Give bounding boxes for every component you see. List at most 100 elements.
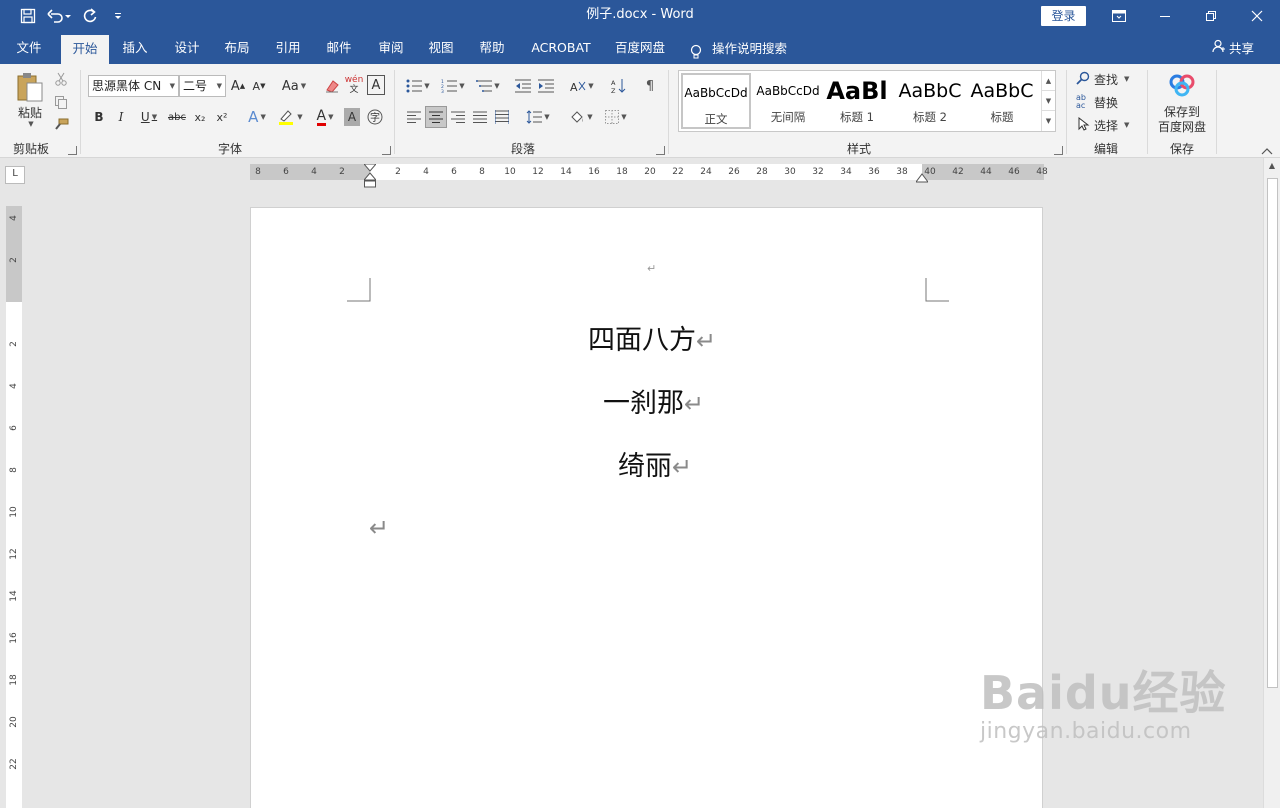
borders-icon[interactable]: ▼ [600, 106, 632, 128]
paste-label[interactable]: 粘贴 [14, 104, 46, 120]
share-button[interactable]: 共享 [1212, 32, 1254, 64]
italic-icon[interactable]: I [112, 106, 130, 128]
increase-indent-icon[interactable] [536, 75, 556, 97]
tab-baidu-netdisk[interactable]: 百度网盘 [607, 32, 673, 64]
login-button[interactable]: 登录 [1041, 6, 1086, 26]
empty-line[interactable]: ↵ [369, 512, 389, 543]
undo-icon[interactable] [42, 4, 76, 28]
underline-icon[interactable]: U ▼ [134, 106, 164, 128]
text-effects-icon[interactable]: A ▼ [243, 106, 271, 128]
align-right-icon[interactable] [448, 106, 468, 128]
line-3[interactable]: 绮丽↵ [618, 444, 692, 483]
find-button[interactable]: 查找 ▼ [1076, 69, 1140, 89]
format-painter-icon[interactable] [52, 116, 70, 134]
baidu-netdisk-icon[interactable] [1167, 72, 1197, 98]
tab-selector[interactable]: L [5, 166, 25, 184]
shading-icon[interactable]: ▼ [565, 106, 597, 128]
horizontal-ruler[interactable]: 8 6 4 2 2 4 6 8 10 12 14 16 18 20 22 24 26 28 30 32 34 36 38 40… [250, 163, 1048, 188]
paste-dropdown-icon[interactable]: ▼ [24, 120, 36, 128]
scroll-up-icon[interactable]: ▲ [1264, 158, 1280, 174]
show-formatting-marks-icon[interactable]: ¶ [640, 75, 660, 97]
save-to-line2[interactable]: 百度网盘 [1152, 119, 1212, 134]
hanging-indent-marker[interactable] [362, 172, 378, 191]
save-icon[interactable] [14, 4, 42, 28]
tab-home[interactable]: 开始 [61, 35, 109, 64]
highlight-color-icon[interactable]: ▼ [275, 106, 305, 128]
style-title[interactable]: AaBbC 标题 [969, 73, 1035, 129]
find-label: 查找 [1094, 72, 1119, 87]
tab-mailings[interactable]: 邮件 [318, 32, 360, 64]
style-no-spacing[interactable]: AaBbCcDd 无间隔 [753, 73, 823, 129]
tab-insert[interactable]: 插入 [114, 32, 156, 64]
gallery-more-icon[interactable]: ▼ [1042, 111, 1055, 131]
style-heading-1[interactable]: AaBl 标题 1 [825, 73, 889, 129]
align-center-icon[interactable] [425, 106, 447, 128]
character-border-icon[interactable]: A [367, 75, 385, 95]
subscript-icon[interactable]: x₂ [190, 106, 210, 128]
replace-button[interactable]: ab ac 替换 [1076, 92, 1140, 112]
line-1[interactable]: 四面八方↵ [588, 318, 716, 357]
tab-design[interactable]: 设计 [166, 32, 208, 64]
paragraph-launcher-icon[interactable] [656, 146, 665, 155]
clipboard-launcher-icon[interactable] [68, 146, 77, 155]
copy-icon[interactable] [52, 93, 70, 111]
clear-formatting-icon[interactable] [322, 75, 342, 97]
vertical-scrollbar[interactable]: ▲ [1263, 158, 1280, 808]
tab-layout[interactable]: 布局 [216, 32, 258, 64]
sort-icon[interactable]: AZ [608, 75, 630, 97]
line-spacing-icon[interactable]: ▼ [522, 106, 554, 128]
document-page[interactable]: ↵ 四面八方↵ 一刹那↵ 绮丽↵ ↵ [250, 207, 1043, 808]
tab-selector-label: L [12, 168, 18, 179]
tab-file[interactable]: 文件 [8, 32, 50, 64]
collapse-ribbon-icon[interactable] [1260, 146, 1274, 156]
asian-layout-icon[interactable]: A ▼ [567, 75, 597, 97]
minimize-icon[interactable] [1142, 0, 1188, 32]
superscript-icon[interactable]: x² [212, 106, 232, 128]
right-indent-marker[interactable] [915, 172, 929, 186]
character-shading-icon[interactable]: A [344, 108, 360, 126]
phonetic-guide-icon[interactable]: wén 文 [344, 73, 364, 97]
close-icon[interactable] [1234, 0, 1280, 32]
grow-font-icon[interactable]: A ▲ [229, 75, 247, 97]
redo-icon[interactable] [76, 4, 104, 28]
align-left-icon[interactable] [404, 106, 424, 128]
styles-launcher-icon[interactable] [1054, 146, 1063, 155]
ruler-left-margin [250, 164, 370, 180]
save-to-line1[interactable]: 保存到 [1152, 104, 1212, 119]
tab-help[interactable]: 帮助 [471, 32, 513, 64]
line-2[interactable]: 一刹那↵ [603, 381, 704, 420]
font-size-combo[interactable]: 二号 ▼ [179, 75, 226, 97]
justify-icon[interactable] [470, 106, 490, 128]
cut-icon[interactable] [52, 70, 70, 88]
select-button[interactable]: 选择 ▼ [1076, 115, 1140, 135]
gallery-down-icon[interactable]: ▼ [1042, 91, 1055, 111]
shrink-font-icon[interactable]: A ▼ [250, 75, 268, 97]
scroll-thumb[interactable] [1267, 178, 1278, 688]
font-color-icon[interactable]: A ▼ [310, 106, 340, 128]
decrease-indent-icon[interactable] [513, 75, 533, 97]
style-normal[interactable]: AaBbCcDd 正文 [681, 73, 751, 129]
underline-label: U [140, 110, 150, 124]
tab-review[interactable]: 审阅 [370, 32, 412, 64]
tab-references[interactable]: 引用 [267, 32, 309, 64]
change-case-icon[interactable]: Aa ▼ [280, 75, 308, 97]
gallery-up-icon[interactable]: ▲ [1042, 71, 1055, 91]
customize-icon[interactable] [104, 4, 132, 28]
strikethrough-icon[interactable]: abc [166, 106, 188, 128]
numbering-icon[interactable]: 1 2 3 ▼ [437, 75, 469, 97]
enclose-characters-icon[interactable]: 字 [366, 108, 384, 126]
ribbon-display-options-icon[interactable] [1096, 0, 1142, 32]
multilevel-list-icon[interactable]: ▼ [472, 75, 504, 97]
restore-icon[interactable] [1188, 0, 1234, 32]
bullets-icon[interactable]: ▼ [402, 75, 434, 97]
font-name-combo[interactable]: 思源黑体 CN ▼ [88, 75, 179, 97]
bold-icon[interactable]: B [90, 106, 108, 128]
style-heading-2[interactable]: AaBbC 标题 2 [897, 73, 963, 129]
font-launcher-icon[interactable] [382, 146, 391, 155]
tab-acrobat[interactable]: ACROBAT [523, 32, 599, 64]
tell-me-search[interactable]: 操作说明搜索 [690, 32, 800, 64]
distributed-icon[interactable] [492, 106, 512, 128]
paste-icon[interactable] [14, 70, 46, 104]
vertical-ruler[interactable]: 4 2 2 4 6 8 10 12 14 16 18 20 22 [6, 206, 22, 808]
tab-view[interactable]: 视图 [420, 32, 462, 64]
